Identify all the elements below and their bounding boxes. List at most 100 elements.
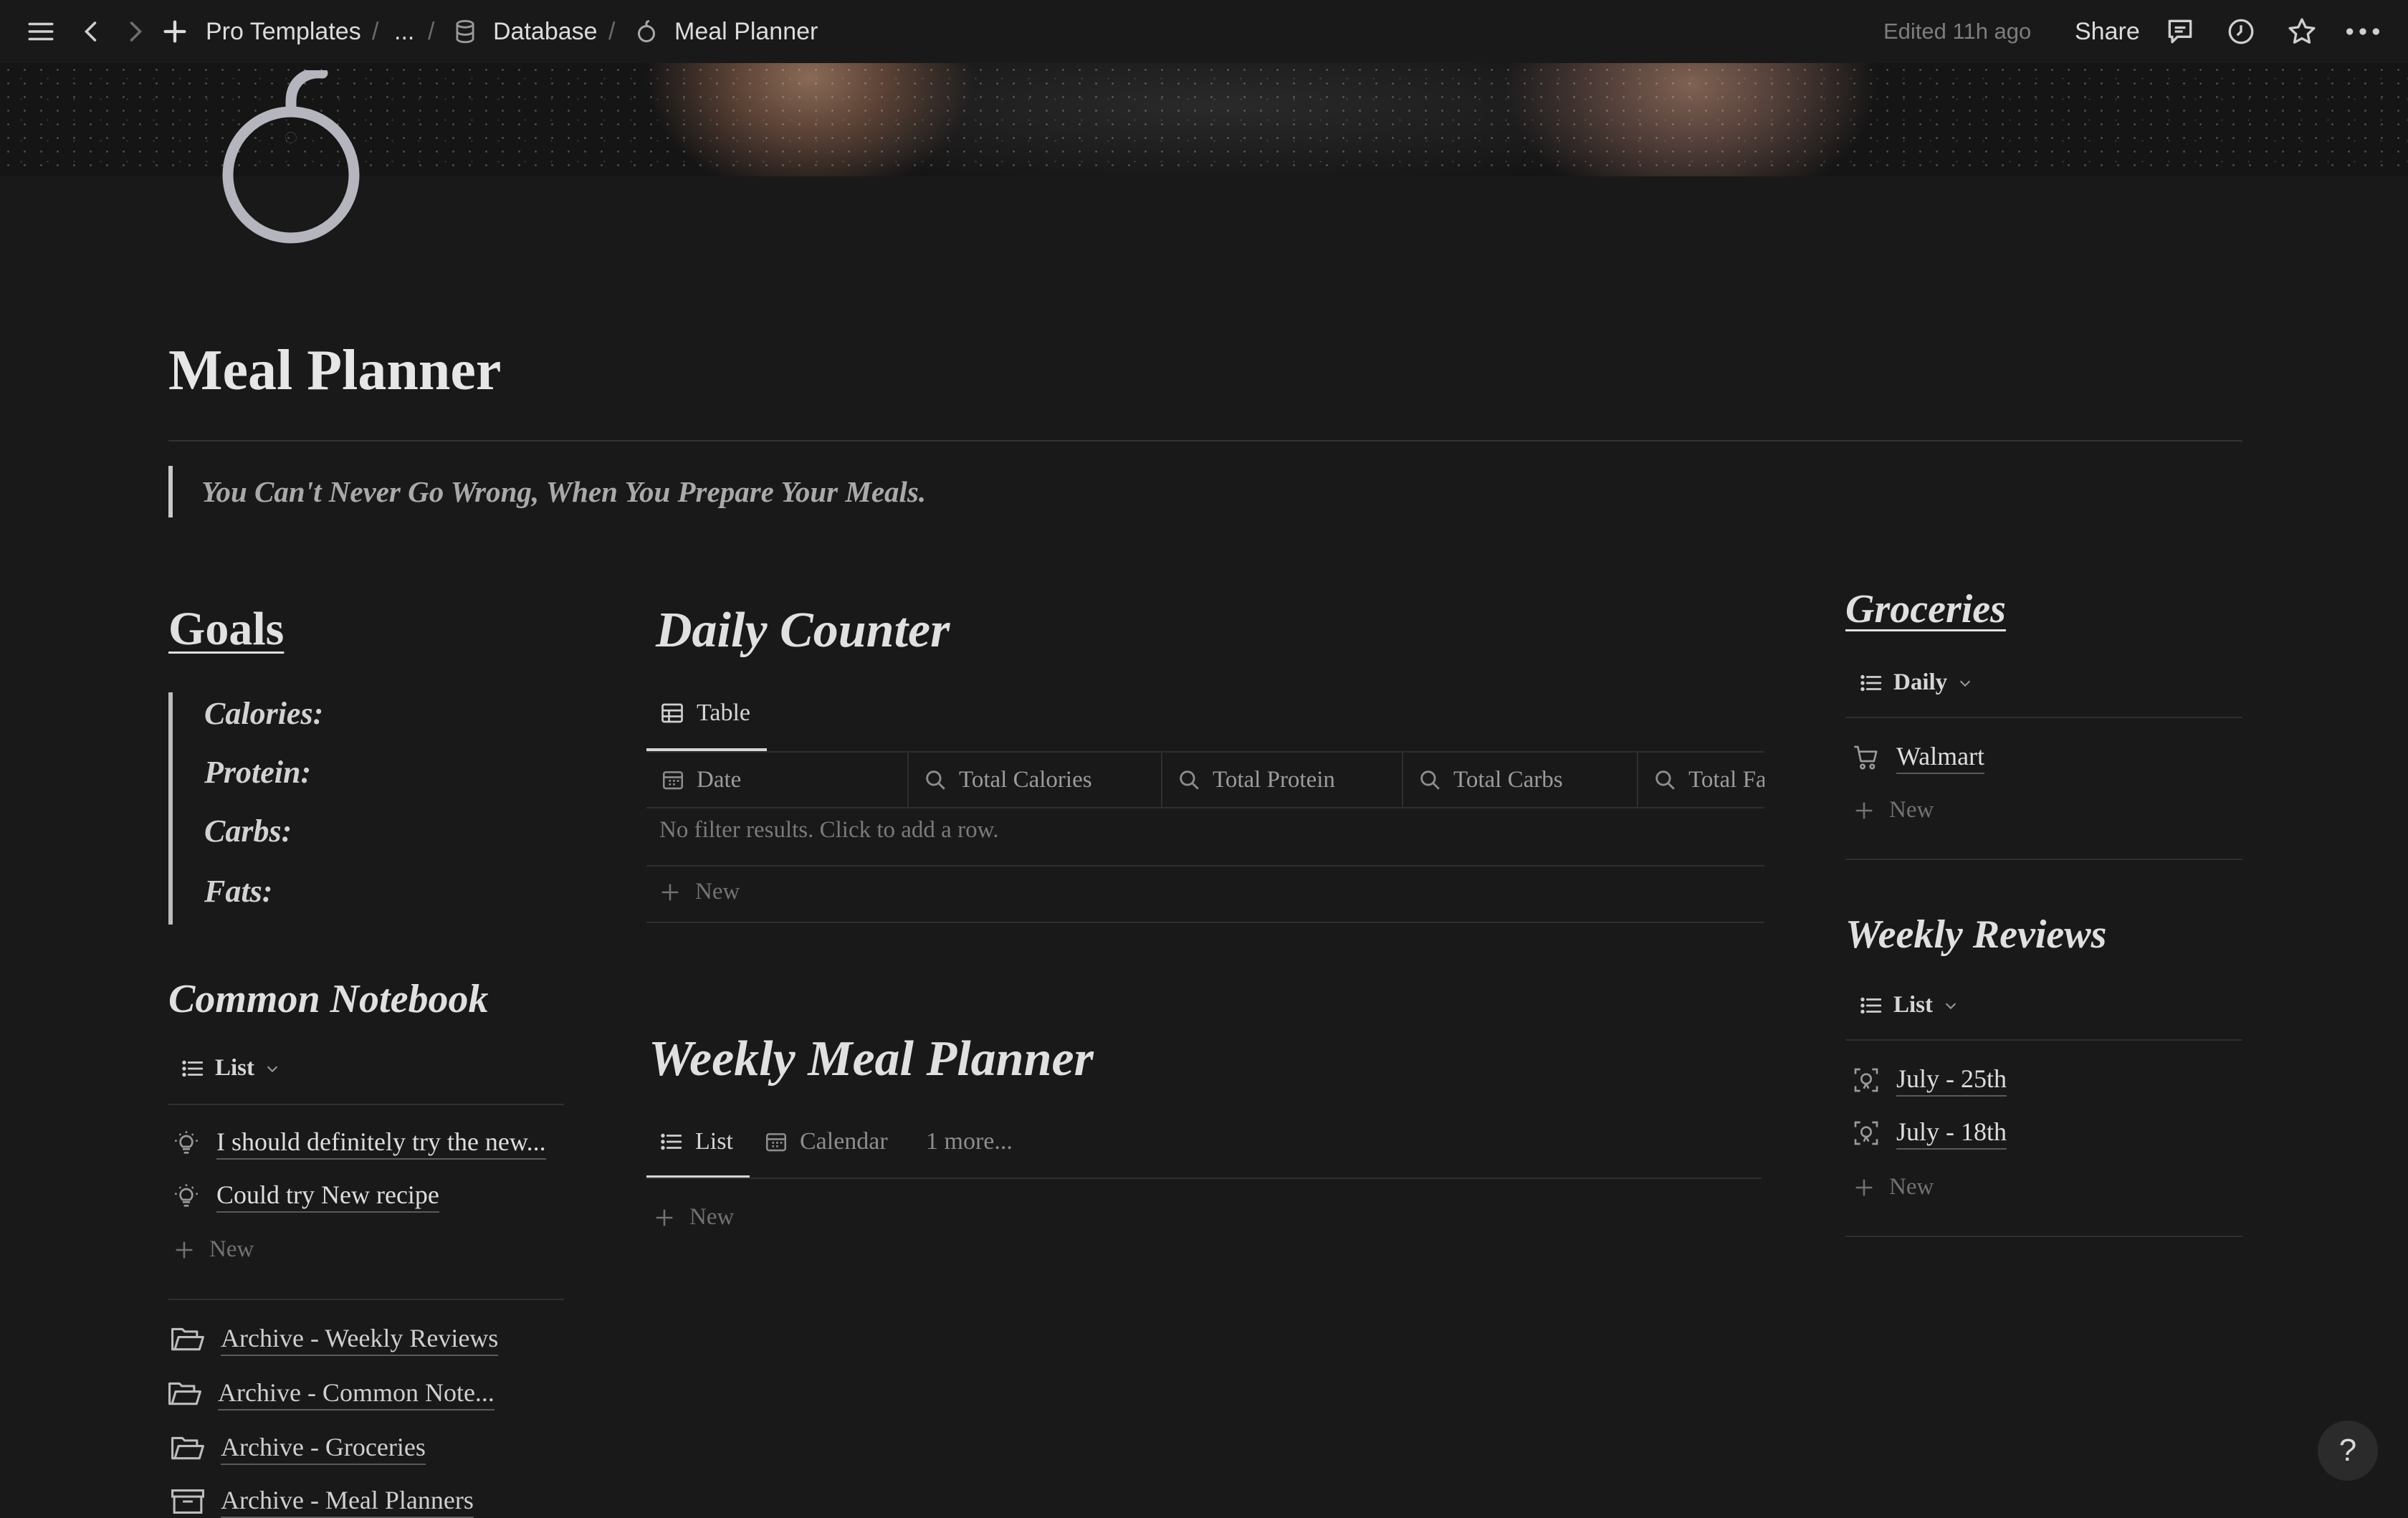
apple-icon [634,0,659,63]
common-notebook-view-selector[interactable]: List [181,1055,280,1082]
goal-calories[interactable]: Calories: [204,695,323,732]
menu-icon[interactable] [26,0,56,63]
column-header-total-calories[interactable]: Total Calories [909,753,1162,807]
plus-icon [172,1238,196,1262]
list-item[interactable]: July - 25th [1852,1064,2007,1097]
archive-title: Archive - Common Note... [218,1378,494,1410]
column-header-date[interactable]: Date [646,753,909,807]
weekly-meal-planner-new-button[interactable]: New [652,1204,734,1231]
favorite-star-icon[interactable] [2286,0,2318,63]
list-item-title: I should definitely try the new... [216,1127,546,1160]
breadcrumb-pro-templates[interactable]: Pro Templates [206,0,361,63]
archive-weekly-reviews-link[interactable]: Archive - Weekly Reviews [171,1323,498,1356]
calendar-icon [661,768,685,792]
back-icon[interactable] [79,0,105,63]
history-icon[interactable] [2226,0,2256,63]
daily-counter-new-button[interactable]: New [658,879,740,905]
review-target-icon [1852,1066,1881,1094]
help-button[interactable]: ? [2318,1421,2378,1481]
view-label: List [215,1055,254,1082]
comments-icon[interactable] [2164,0,2196,63]
archive-meal-planners-link[interactable]: Archive - Meal Planners [171,1485,474,1518]
divider [168,440,2242,441]
list-item-title: Walmart [1896,741,1984,774]
search-icon [1418,768,1442,792]
more-options-icon[interactable] [2345,0,2381,63]
common-notebook-new-button[interactable]: New [172,1236,254,1263]
page-title[interactable]: Meal Planner [168,338,501,404]
goal-protein[interactable]: Protein: [204,754,311,791]
breadcrumb-meal-planner[interactable]: Meal Planner [674,0,818,63]
chevron-down-icon [1957,675,1973,691]
view-label: Daily [1893,669,1947,696]
goal-carbs[interactable]: Carbs: [204,813,292,849]
archive-box-icon [171,1487,205,1516]
plus-icon [1852,798,1876,823]
folder-open-icon [168,1380,202,1408]
divider [1845,717,2242,718]
quote-text: You Can't Never Go Wrong, When You Prepa… [201,474,926,509]
calendar-icon [764,1130,788,1154]
new-label: New [209,1236,254,1263]
list-icon [659,1130,684,1154]
goal-fats[interactable]: Fats: [204,873,272,910]
new-label: New [1889,797,1934,824]
list-item[interactable]: I should definitely try the new... [172,1127,546,1160]
tab-label: List [695,1128,733,1155]
archive-groceries-link[interactable]: Archive - Groceries [171,1432,426,1465]
tab-label: 1 more... [926,1128,1013,1155]
weekly-reviews-heading[interactable]: Weekly Reviews [1845,912,2106,958]
divider [646,1178,1762,1179]
quote-block[interactable]: You Can't Never Go Wrong, When You Prepa… [168,466,926,517]
page-apple-icon[interactable] [215,70,373,249]
column-label: Total Calories [959,767,1092,793]
groceries-heading[interactable]: Groceries [1845,586,2006,632]
lightbulb-icon [172,1182,201,1211]
tab-label: Calendar [800,1128,888,1155]
new-label: New [695,879,740,905]
add-page-icon[interactable] [161,0,189,63]
list-item[interactable]: Could try New recipe [172,1180,439,1213]
forward-icon[interactable] [122,0,148,63]
divider [646,865,1764,867]
empty-table-message[interactable]: No filter results. Click to add a row. [659,817,999,844]
weekly-reviews-new-button[interactable]: New [1852,1174,1934,1200]
column-label: Total Protein [1213,767,1335,793]
breadcrumb-separator: / [428,0,434,63]
archive-title: Archive - Weekly Reviews [221,1323,498,1356]
weekly-meal-planner-heading[interactable]: Weekly Meal Planner [649,1031,1094,1088]
divider [1845,1039,2242,1041]
list-item[interactable]: July - 18th [1852,1117,2007,1150]
column-label: Total Fats [1688,767,1764,793]
common-notebook-heading[interactable]: Common Notebook [168,976,488,1022]
column-header-total-fats[interactable]: Total Fats [1638,753,1764,807]
view-label: List [1893,992,1933,1018]
breadcrumb-ellipsis[interactable]: ... [394,0,414,63]
column-header-total-carbs[interactable]: Total Carbs [1403,753,1638,807]
new-label: New [1889,1174,1934,1200]
goals-callout: Calories: Protein: Carbs: Fats: [168,692,388,925]
tab-list[interactable]: List [659,1128,733,1155]
breadcrumb-separator: / [372,0,378,63]
breadcrumb-database[interactable]: Database [493,0,598,63]
divider [646,807,1764,808]
column-header-total-protein[interactable]: Total Protein [1162,753,1403,807]
share-button[interactable]: Share [2075,0,2140,63]
chevron-down-icon [1943,998,1959,1013]
tab-more-views[interactable]: 1 more... [926,1128,1013,1155]
shopping-cart-icon [1852,743,1881,772]
lightbulb-icon [172,1129,201,1157]
chevron-down-icon [264,1061,280,1077]
tab-table[interactable]: Table [659,700,750,727]
search-icon [1177,768,1201,792]
groceries-new-button[interactable]: New [1852,797,1934,824]
goals-heading[interactable]: Goals [168,602,284,657]
daily-counter-heading[interactable]: Daily Counter [656,602,950,659]
archive-title: Archive - Meal Planners [221,1485,474,1518]
archive-common-notebook-link[interactable]: Archive - Common Note... [168,1378,494,1410]
list-item[interactable]: Walmart [1852,741,1984,774]
groceries-view-selector[interactable]: Daily [1859,669,1973,696]
weekly-reviews-view-selector[interactable]: List [1859,992,1959,1018]
list-item-title: Could try New recipe [216,1180,439,1213]
tab-calendar[interactable]: Calendar [764,1128,888,1155]
